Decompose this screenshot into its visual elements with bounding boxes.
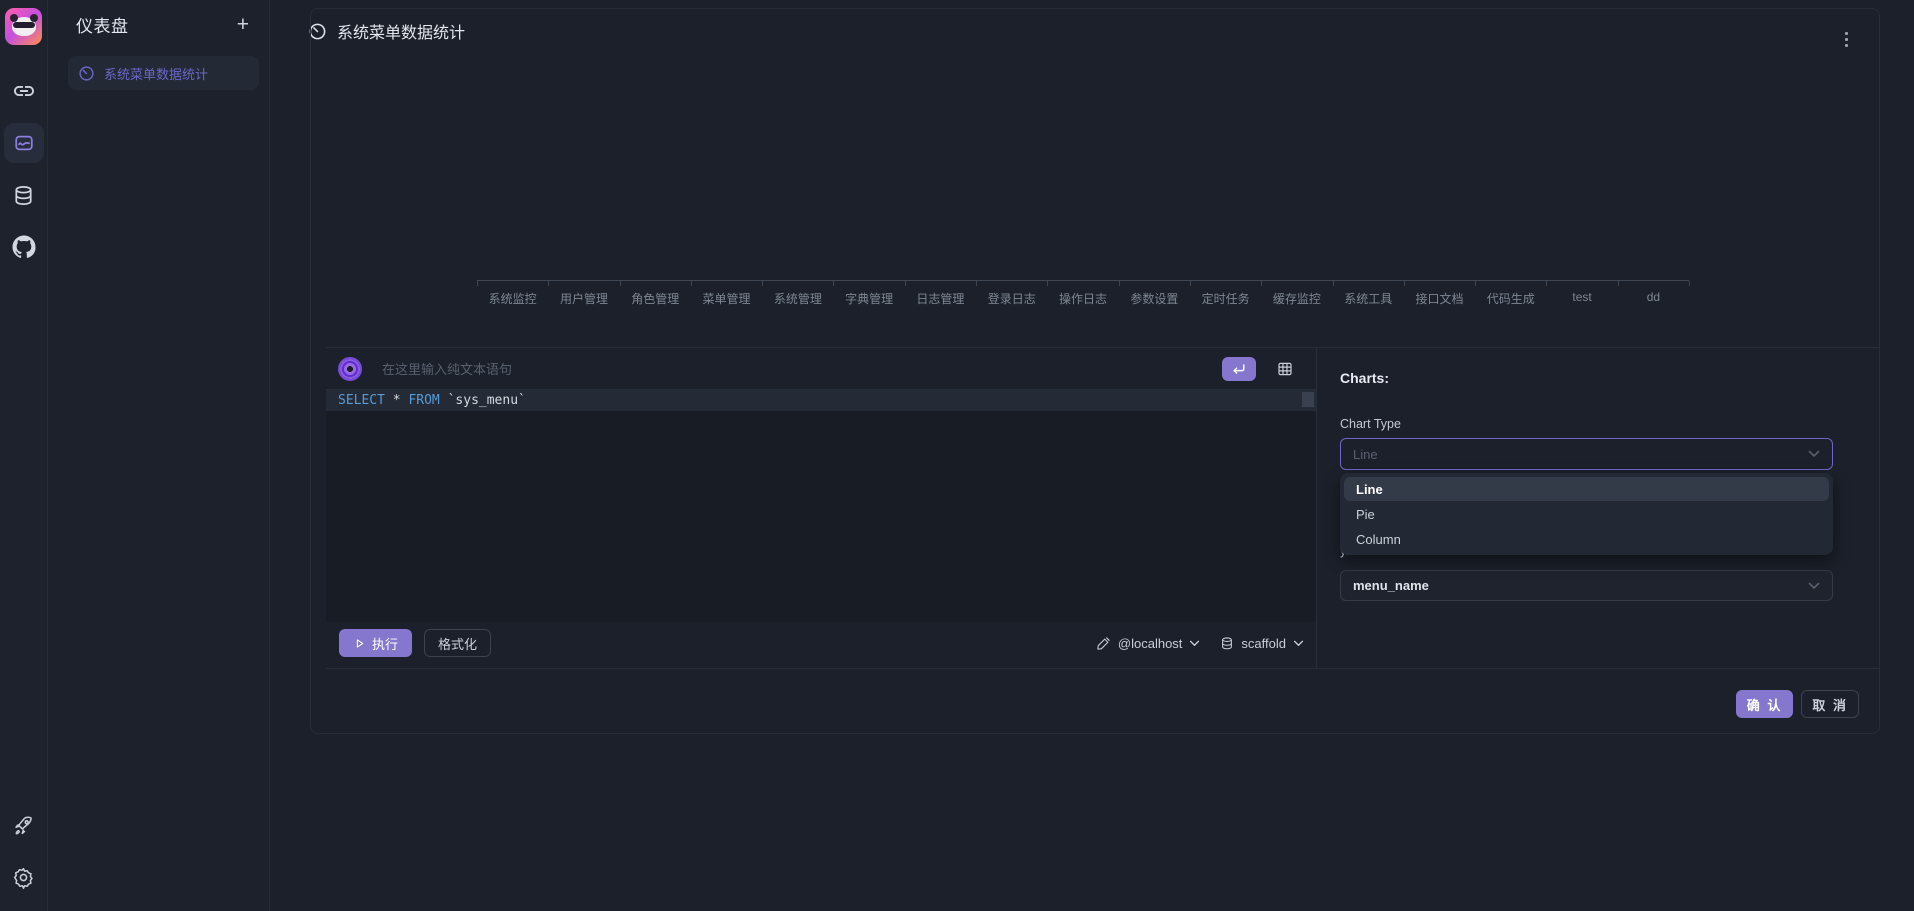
database-icon — [12, 184, 35, 207]
axis-category-label: 字典管理 — [833, 281, 904, 307]
charts-heading: Charts: — [1340, 370, 1389, 386]
yaxis-value: menu_name — [1353, 578, 1429, 593]
editor-scrollbar[interactable] — [1302, 392, 1314, 407]
pen-icon — [1096, 636, 1111, 651]
github-icon — [12, 235, 36, 259]
axis-category-label: 角色管理 — [620, 281, 691, 307]
sql-token: SELECT — [338, 393, 385, 408]
chart-type-option-pie[interactable]: Pie — [1344, 502, 1829, 526]
axis-category-label: 登录日志 — [976, 281, 1047, 307]
axis-category-label: 菜单管理 — [691, 281, 762, 307]
icon-rail — [0, 0, 48, 911]
sql-token: FROM — [408, 393, 439, 408]
chart-settings-panel: Charts: Chart Type Line LinePieColumn yA… — [1317, 348, 1879, 668]
chevron-down-icon — [1189, 640, 1200, 647]
sidebar-rail-item-github[interactable] — [4, 227, 44, 267]
enter-icon — [1231, 362, 1247, 376]
dashboard-sidebar: 仪表盘 + 系统菜单数据统计 — [48, 0, 270, 911]
table-view-icon[interactable] — [1276, 360, 1294, 378]
sql-token: `sys_menu` — [440, 393, 526, 408]
submit-nl-button[interactable] — [1222, 357, 1256, 381]
sidebar-title: 仪表盘 — [76, 12, 233, 37]
axis-category-label: 缓存监控 — [1261, 281, 1332, 307]
axis-category-label: 定时任务 — [1190, 281, 1261, 307]
app-logo[interactable] — [5, 8, 42, 45]
natural-language-input[interactable]: 在这里输入纯文本语句 — [382, 359, 1202, 378]
cancel-button[interactable]: 取 消 — [1801, 690, 1859, 718]
chart-type-label: Chart Type — [1340, 417, 1401, 431]
sql-code-area[interactable]: SELECT * FROM `sys_menu` — [326, 390, 1316, 622]
query-workbench: 在这里输入纯文本语句 — [326, 347, 1879, 669]
rocket-icon — [12, 814, 35, 837]
database-label: scaffold — [1241, 636, 1286, 651]
chart-type-dropdown: LinePieColumn — [1340, 473, 1833, 555]
connection-selector[interactable]: @localhost — [1096, 636, 1201, 651]
settings-gear-icon — [12, 866, 35, 889]
axis-category-label: 参数设置 — [1119, 281, 1190, 307]
chevron-down-icon — [1808, 582, 1820, 590]
add-dashboard-button[interactable]: + — [233, 12, 253, 37]
play-icon — [353, 637, 366, 650]
ai-assistant-icon[interactable] — [338, 357, 362, 381]
dashboard-card: 系统监控用户管理角色管理菜单管理系统管理字典管理日志管理登录日志操作日志参数设置… — [310, 8, 1880, 734]
gauge-icon — [78, 65, 95, 82]
settings-button[interactable] — [4, 857, 44, 897]
main-area: 系统菜单数据统计 系统监控用户管理角色管理菜单管理系统管理字典管理日志管理登录日… — [270, 0, 1914, 911]
axis-category-label: 操作日志 — [1047, 281, 1118, 307]
format-button[interactable]: 格式化 — [424, 629, 491, 657]
sidebar-item-dashboard[interactable]: 系统菜单数据统计 — [68, 56, 259, 90]
sidebar-rail-item-dashboard[interactable] — [4, 123, 44, 163]
axis-category-label: 用户管理 — [548, 281, 619, 307]
dashboard-chart-icon — [13, 132, 35, 154]
chart-type-option-line[interactable]: Line — [1344, 477, 1829, 501]
chevron-down-icon — [1293, 640, 1304, 647]
database-icon — [1220, 636, 1234, 651]
connection-label: @localhost — [1118, 636, 1183, 651]
editor-toolbar: 在这里输入纯文本语句 — [326, 348, 1316, 390]
panda-logo-icon — [12, 17, 36, 36]
axis-category-label: 日志管理 — [905, 281, 976, 307]
axis-category-label: dd — [1618, 281, 1689, 307]
chart-type-value: Line — [1353, 447, 1378, 462]
sql-line[interactable]: SELECT * FROM `sys_menu` — [326, 390, 1316, 411]
run-button[interactable]: 执行 — [339, 629, 412, 657]
sql-token: * — [385, 393, 408, 408]
sidebar-item-label: 系统菜单数据统计 — [104, 64, 208, 83]
sidebar-rail-item-connections[interactable] — [4, 71, 44, 111]
axis-category-label: 系统工具 — [1333, 281, 1404, 307]
sql-editor: 在这里输入纯文本语句 — [326, 348, 1316, 668]
rocket-button[interactable] — [4, 805, 44, 845]
chevron-down-icon — [1808, 450, 1820, 458]
link-icon — [12, 79, 36, 103]
axis-category-label: 系统管理 — [762, 281, 833, 307]
yaxis-select[interactable]: menu_name — [1340, 570, 1833, 601]
axis-category-label: test — [1546, 281, 1617, 307]
sidebar-header: 仪表盘 + — [48, 0, 269, 48]
database-selector[interactable]: scaffold — [1220, 636, 1304, 651]
axis-category-label: 代码生成 — [1475, 281, 1546, 307]
axis-category-label: 接口文档 — [1404, 281, 1475, 307]
card-actions: 确 认 取 消 — [1736, 690, 1859, 718]
kebab-menu-icon[interactable] — [1842, 29, 1851, 50]
chart-type-option-column[interactable]: Column — [1344, 527, 1829, 551]
confirm-button[interactable]: 确 认 — [1736, 690, 1794, 718]
chart-x-axis: 系统监控用户管理角色管理菜单管理系统管理字典管理日志管理登录日志操作日志参数设置… — [477, 280, 1689, 307]
chart-type-select[interactable]: Line — [1340, 438, 1833, 470]
sidebar-rail-item-database[interactable] — [4, 175, 44, 215]
editor-footer: 执行 格式化 @localhost — [326, 622, 1316, 668]
axis-category-label: 系统监控 — [477, 281, 548, 307]
